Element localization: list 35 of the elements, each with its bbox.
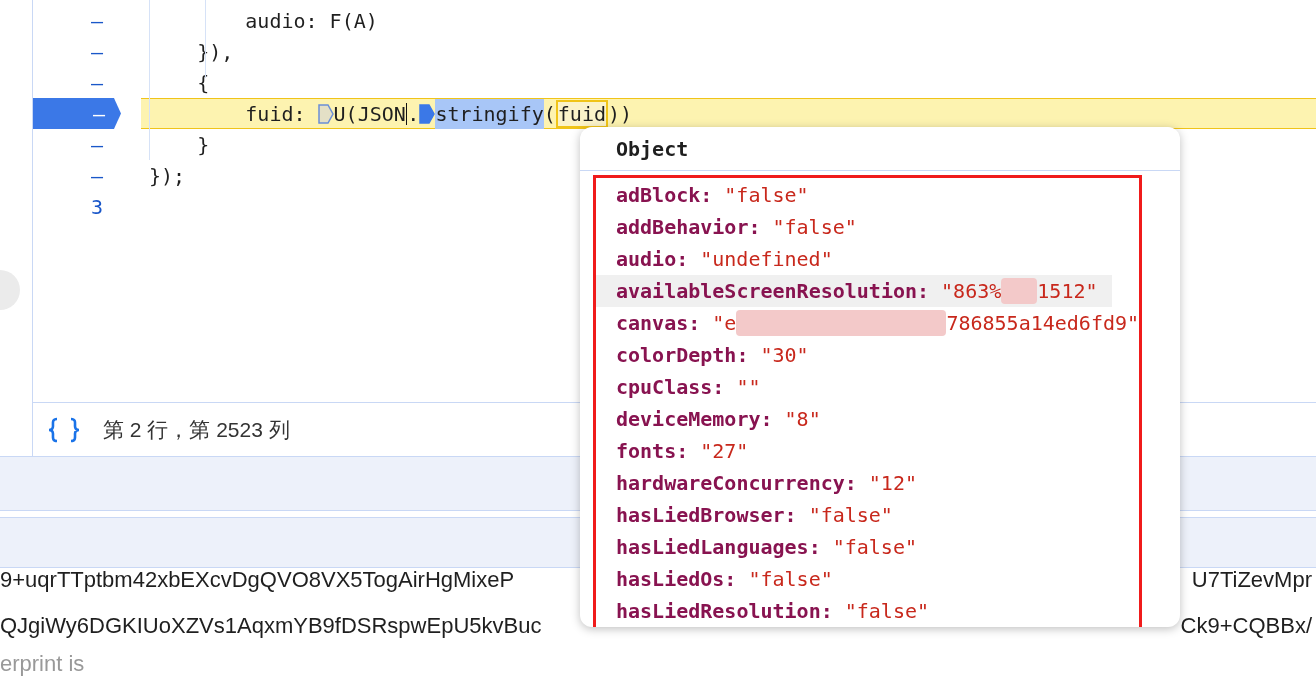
property-row[interactable]: adBlock: "false" (596, 179, 823, 211)
line-number: 3 (91, 193, 104, 221)
property-row[interactable]: hasLiedOs: "false" (596, 563, 847, 595)
property-row[interactable]: colorDepth: "30" (596, 339, 823, 371)
property-row[interactable]: fonts: "27" (596, 435, 763, 467)
property-row[interactable]: hasLiedResolution: "false" (596, 595, 944, 627)
output-text: Ck9+CQBBx/ (1180, 612, 1312, 640)
property-row[interactable]: audio: "undefined" (596, 243, 847, 275)
popover-title: Object (616, 135, 689, 163)
line-number: – (91, 131, 104, 159)
code-line: } (196, 131, 210, 159)
property-row[interactable]: deviceMemory: "8" (596, 403, 835, 435)
property-row[interactable]: hasLiedBrowser: "false" (596, 499, 907, 531)
output-text: 9+uqrTTptbm42xbEXcvDgQVO8VX5TogAirHgMixeP (0, 566, 515, 594)
code-line: }), (196, 38, 234, 66)
property-row[interactable]: hasLiedLanguages: "false" (596, 531, 931, 563)
cursor-position: 第 2 行，第 2523 列 (103, 416, 290, 443)
output-text: erprint is (0, 651, 86, 677)
code-line: audio: F(A) (244, 7, 378, 35)
property-row[interactable]: cpuClass: "" (596, 371, 775, 403)
code-line: }); (148, 162, 186, 190)
property-row[interactable]: availableScreenResolution: "863% 1512" (596, 275, 1112, 307)
output-text: QJgiWy6DGKIUoXZVs1AqxmYB9fDSRspwEpU5kvBuc (0, 612, 542, 640)
paused-code-line: fuid: U(JSON. stringify(fuid)) (141, 98, 633, 129)
line-number: – (91, 69, 104, 97)
line-number: – (91, 38, 104, 66)
output-text: U7TiZevMpr (1191, 566, 1312, 594)
braces-icon[interactable] (47, 416, 81, 443)
line-number: – (91, 162, 104, 190)
property-row[interactable]: addBehavior: "false" (596, 211, 871, 243)
code-line: { (196, 69, 210, 97)
property-row[interactable]: canvas: "e 786855a14ed6fd9" (596, 307, 1154, 339)
line-number: – (91, 7, 104, 35)
property-row[interactable]: hardwareConcurrency: "12" (596, 467, 931, 499)
breakpoint-marker-icon[interactable] (317, 103, 334, 124)
